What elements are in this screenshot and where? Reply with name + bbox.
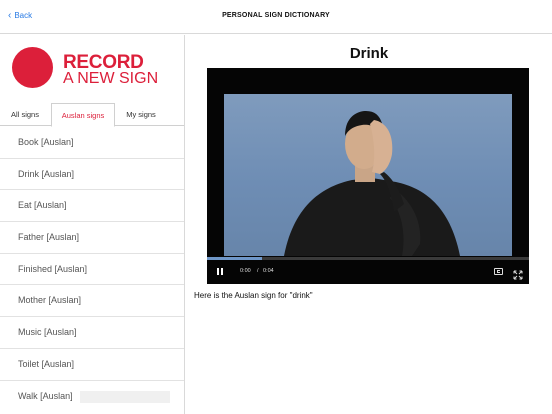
list-item[interactable]: Drink [Auslan]: [0, 159, 184, 191]
fullscreen-button[interactable]: [513, 267, 523, 280]
current-time: 0:00: [240, 268, 251, 274]
list-item[interactable]: Mother [Auslan]: [0, 285, 184, 318]
closed-captions-icon: [497, 270, 500, 273]
list-item[interactable]: Book [Auslan]: [0, 127, 184, 159]
tab-my-signs[interactable]: My signs: [116, 103, 166, 126]
list-item-label: Music [Auslan]: [18, 327, 77, 338]
fullscreen-icon: [513, 270, 523, 280]
duration: 0:04: [263, 268, 274, 274]
page-title: PERSONAL SIGN DICTIONARY: [222, 12, 330, 19]
record-icon: [12, 47, 53, 88]
signer-image: [284, 111, 460, 256]
sign-title: Drink: [349, 45, 389, 62]
video-player[interactable]: 0:00 / 0:04: [207, 68, 529, 284]
video-controls: 0:00 / 0:04: [207, 260, 529, 284]
list-item-label: Walk [Auslan]: [18, 390, 73, 401]
sign-list: Book [Auslan] Drink [Auslan] Eat [Auslan…: [0, 127, 184, 412]
list-item[interactable]: Toilet [Auslan]: [0, 349, 184, 381]
selection-highlight: [80, 390, 170, 403]
list-item-label: Father [Auslan]: [18, 232, 80, 243]
pause-button[interactable]: [216, 267, 224, 277]
list-item-label: Finished [Auslan]: [18, 263, 88, 274]
sidebar: RECORD A NEW SIGN All signs Auslan signs…: [0, 35, 185, 414]
list-item-label: Eat [Auslan]: [18, 200, 67, 211]
list-item[interactable]: Eat [Auslan]: [0, 190, 184, 223]
sign-tabs: All signs Auslan signs My signs: [0, 103, 184, 127]
record-label-line2: A NEW SIGN: [63, 70, 159, 87]
pause-icon-bar: [221, 268, 223, 275]
list-item[interactable]: Music [Auslan]: [0, 317, 184, 349]
list-item[interactable]: Father [Auslan]: [0, 222, 184, 254]
video-frame: [224, 94, 512, 256]
tab-auslan-signs[interactable]: Auslan signs: [51, 103, 115, 127]
sign-caption: Here is the Auslan sign for "drink": [194, 291, 313, 300]
top-bar: ‹ Back PERSONAL SIGN DICTIONARY: [0, 0, 552, 34]
list-item[interactable]: Finished [Auslan]: [0, 254, 184, 286]
tab-all-signs[interactable]: All signs: [0, 103, 50, 126]
list-item-label: Mother [Auslan]: [18, 295, 82, 306]
list-item-label: Drink [Auslan]: [18, 168, 75, 179]
pause-icon: [217, 268, 219, 275]
main-content: Drink 0:00 / 0:04 Here is the Auslan sig…: [186, 35, 552, 414]
list-item[interactable]: Walk [Auslan]: [0, 381, 184, 413]
closed-captions-button[interactable]: [494, 268, 503, 275]
time-separator: /: [257, 268, 259, 274]
list-item-label: Toilet [Auslan]: [18, 358, 75, 369]
list-item-label: Book [Auslan]: [18, 137, 74, 147]
record-new-sign-button[interactable]: RECORD A NEW SIGN: [12, 47, 182, 91]
